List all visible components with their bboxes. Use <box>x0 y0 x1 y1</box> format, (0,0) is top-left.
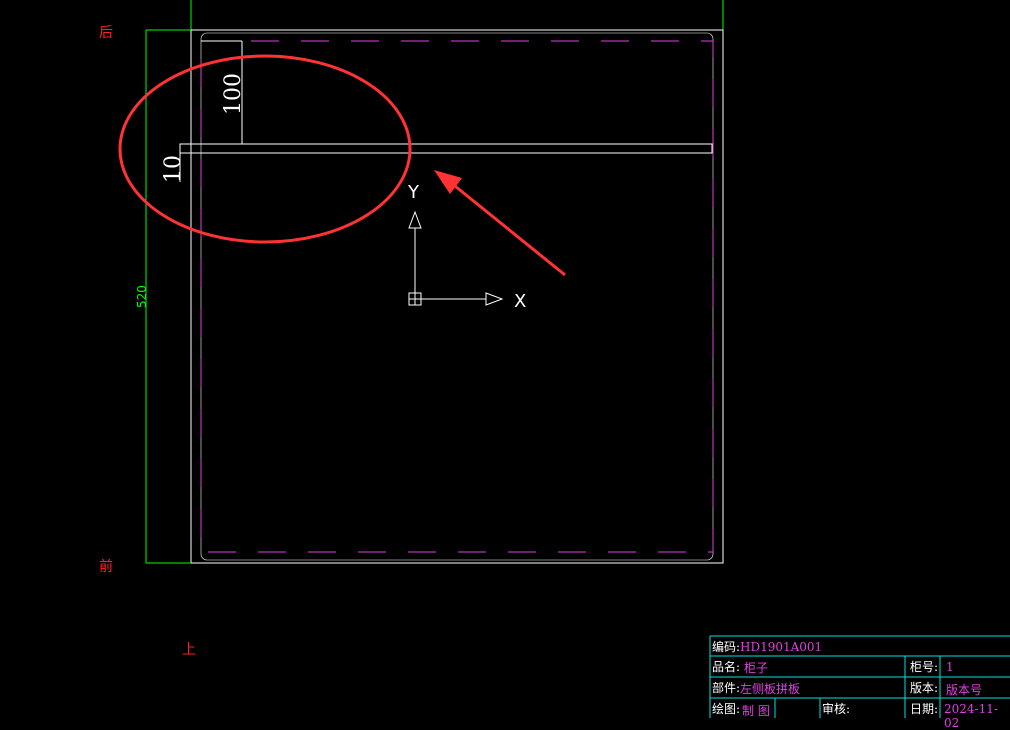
part-label: 部件: <box>712 681 741 695</box>
panel-outline[interactable] <box>190 29 724 564</box>
annotation-circle <box>118 54 412 244</box>
cad-drawing-canvas[interactable]: 100 10 520 Y X <box>0 0 1010 718</box>
ucs-y-label: Y <box>407 182 420 203</box>
drawer-value: 制 图 <box>742 704 770 718</box>
date-value: 2024-11-02 <box>944 702 998 730</box>
ucs-x-label: X <box>514 291 526 312</box>
product-value: 柜子 <box>744 661 769 675</box>
cabinet-no-label: 柜号: <box>910 660 939 674</box>
part-value: 左侧板拼板 <box>740 682 801 696</box>
code-label: 编码: <box>712 640 741 654</box>
panel-inner-outline <box>200 32 714 561</box>
version-label: 版本: <box>910 681 939 695</box>
dim-10-text: 10 <box>161 155 186 183</box>
version-value: 版本号 <box>946 683 983 697</box>
drawer-label: 绘图: <box>712 702 741 716</box>
label-top: 上 <box>182 642 196 658</box>
dim-520-text: 520 <box>135 285 149 308</box>
reviewer-label: 审核: <box>822 702 851 716</box>
annotation-arrow-head <box>434 170 462 194</box>
title-block: 编码: HD1901A001 品名: 柜子 柜号: 1 部件: 左侧板拼板 版本… <box>710 636 1010 730</box>
label-back: 后 <box>99 25 113 41</box>
code-value: HD1901A001 <box>740 640 823 654</box>
strip-piece[interactable] <box>179 143 713 154</box>
label-front: 前 <box>99 559 113 575</box>
product-label: 品名: <box>712 660 741 674</box>
annotation-arrow-shaft <box>449 180 566 277</box>
ucs-icon <box>408 210 504 306</box>
dim-100-text: 100 <box>221 73 246 115</box>
date-label: 日期: <box>910 702 939 716</box>
hidden-line-rect <box>200 40 714 553</box>
cabinet-no-value: 1 <box>946 660 954 674</box>
